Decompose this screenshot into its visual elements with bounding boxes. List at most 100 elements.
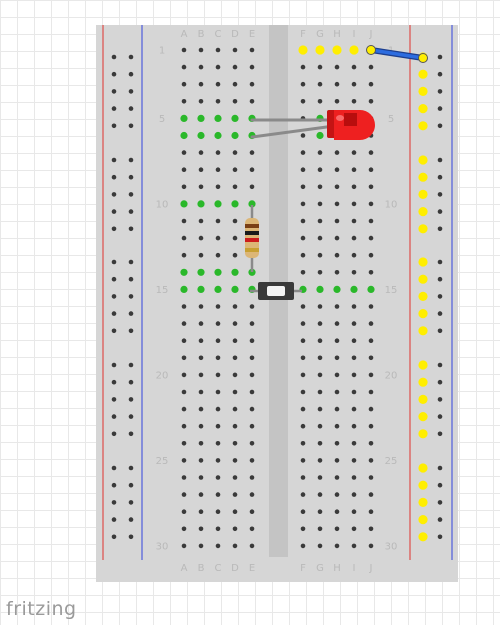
hole xyxy=(317,64,323,70)
hole xyxy=(198,64,204,70)
column-letter: F xyxy=(300,563,306,574)
rail-hole xyxy=(128,482,134,488)
hole xyxy=(215,423,221,429)
hole xyxy=(181,81,187,87)
rail-hole xyxy=(111,534,117,540)
hole xyxy=(317,338,323,344)
hole xyxy=(198,167,204,172)
resistor-band-4 xyxy=(245,248,259,252)
hole xyxy=(249,492,255,497)
column-letter: G xyxy=(316,563,324,574)
rail-hole-connected xyxy=(418,172,428,182)
rail-hole xyxy=(111,259,117,265)
hole xyxy=(232,492,238,497)
rail-hole xyxy=(128,106,134,111)
rail-hole-connected xyxy=(418,69,428,79)
hole xyxy=(181,321,187,326)
rail-hole xyxy=(128,465,134,471)
rail-hole xyxy=(111,89,117,94)
rail-hole xyxy=(111,54,117,60)
hole xyxy=(300,406,306,412)
hole xyxy=(351,458,357,463)
hole xyxy=(300,372,306,378)
rail-hole-connected xyxy=(418,326,428,336)
row-number: 20 xyxy=(156,370,169,381)
rail-hole xyxy=(128,174,134,180)
column-letter: D xyxy=(231,563,239,574)
hole-connected xyxy=(231,285,239,293)
rail-hole-connected xyxy=(418,189,428,199)
rail-hole xyxy=(111,192,117,197)
hole xyxy=(198,423,204,429)
column-letter: G xyxy=(316,29,324,40)
hole xyxy=(232,184,238,190)
rail-hole xyxy=(437,379,443,385)
hole xyxy=(232,81,238,87)
hole xyxy=(249,304,255,309)
hole xyxy=(334,235,340,241)
hole xyxy=(334,458,340,463)
column-letter: H xyxy=(333,563,341,574)
breadboard-canvas: AABBCCDDEEFFGGHHIIJJ 1155101015152020252… xyxy=(96,25,458,582)
hole xyxy=(334,338,340,344)
hole xyxy=(300,81,306,87)
hole xyxy=(249,338,255,344)
column-letter: C xyxy=(215,29,222,40)
hole-connected xyxy=(316,285,324,293)
hole xyxy=(215,184,221,190)
hole-connected xyxy=(197,285,205,293)
hole xyxy=(300,99,306,104)
hole xyxy=(215,338,221,344)
rail-hole xyxy=(437,123,443,129)
hole xyxy=(368,304,374,309)
rail-hole-connected xyxy=(418,429,428,439)
hole xyxy=(249,355,255,361)
hole xyxy=(232,304,238,309)
row-number: 5 xyxy=(388,114,394,125)
led[interactable] xyxy=(327,110,375,140)
hole xyxy=(215,458,221,463)
hole xyxy=(368,509,374,514)
hole xyxy=(317,372,323,378)
hole xyxy=(334,81,340,87)
hole xyxy=(351,372,357,378)
hole xyxy=(215,304,221,309)
hole xyxy=(351,167,357,172)
hole xyxy=(351,355,357,361)
hole xyxy=(181,64,187,70)
rail-hole xyxy=(128,294,134,299)
rail-hole xyxy=(111,431,117,437)
hole xyxy=(232,389,238,395)
hole xyxy=(368,475,374,480)
hole xyxy=(249,81,255,87)
row-number: 30 xyxy=(385,541,398,552)
hole-connected xyxy=(180,200,188,208)
hole xyxy=(368,150,374,155)
hole-connected xyxy=(367,285,375,293)
hole xyxy=(249,509,255,514)
row-number: 30 xyxy=(156,541,169,552)
rail-hole xyxy=(437,465,443,471)
hole xyxy=(334,218,340,224)
hole xyxy=(215,355,221,361)
hole xyxy=(249,406,255,412)
hole-connected xyxy=(231,131,239,140)
hole xyxy=(300,235,306,241)
hole xyxy=(181,492,187,497)
hole-connected xyxy=(214,114,222,122)
hole xyxy=(215,389,221,395)
rail-hole xyxy=(128,414,134,419)
hole xyxy=(181,99,187,104)
hole xyxy=(198,355,204,361)
hole xyxy=(351,304,357,309)
hole xyxy=(198,99,204,104)
hole-connected xyxy=(316,131,324,140)
row-number: 5 xyxy=(159,114,165,125)
hole xyxy=(334,372,340,378)
rail-hole xyxy=(128,123,134,129)
column-letter: J xyxy=(369,563,373,574)
rail-hole xyxy=(437,71,443,77)
hole xyxy=(232,218,238,224)
rail-hole xyxy=(111,157,117,163)
hole xyxy=(215,81,221,87)
